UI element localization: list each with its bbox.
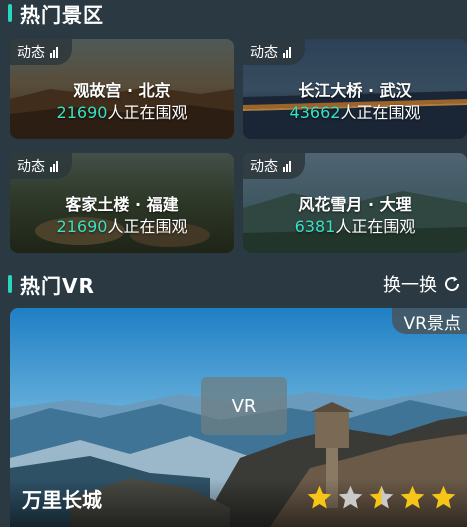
refresh-label: 换一换: [383, 275, 437, 296]
viewer-count: 21690: [56, 103, 108, 122]
vr-spot-name: 万里长城: [22, 488, 102, 512]
dynamic-badge: 动态: [10, 153, 72, 179]
viewer-count: 6381: [294, 217, 336, 236]
dynamic-badge-label: 动态: [250, 159, 278, 175]
star-half-icon: [369, 485, 394, 509]
spot-title: 客家土楼 · 福建: [65, 195, 179, 214]
spot-card-yangtze-bridge[interactable]: 动态 长江大桥 · 武汉 43662人正在围观: [243, 39, 467, 139]
star-empty-icon: [338, 485, 363, 509]
signal-icon: [283, 46, 291, 58]
spot-viewers: 21690人正在围观: [10, 213, 234, 237]
hot-spots-title: 热门景区: [20, 2, 104, 27]
refresh-button[interactable]: 换一换: [383, 271, 461, 297]
spot-viewers: 43662人正在围观: [243, 99, 467, 123]
dynamic-badge: 动态: [243, 39, 305, 65]
viewer-count: 43662: [289, 103, 341, 122]
spot-viewers: 21690人正在围观: [10, 99, 234, 123]
star-full-icon: [431, 485, 456, 509]
spot-viewers: 6381人正在围观: [243, 213, 467, 237]
dynamic-badge-label: 动态: [17, 45, 45, 61]
vr-play-button[interactable]: VR: [201, 377, 287, 435]
viewer-count: 21690: [56, 217, 108, 236]
dynamic-badge-label: 动态: [250, 45, 278, 61]
spot-card-dali[interactable]: 动态 风花雪月 · 大理 6381人正在围观: [243, 153, 467, 253]
hot-vr-header: 热门VR: [8, 271, 95, 298]
viewer-suffix: 人正在围观: [335, 217, 416, 236]
vr-spot-badge: VR景点: [391, 308, 467, 334]
spot-title: 长江大桥 · 武汉: [298, 81, 412, 100]
star-full-icon: [400, 485, 425, 509]
star-full-icon: [307, 485, 332, 509]
hot-vr-title: 热门VR: [20, 273, 95, 298]
viewer-suffix: 人正在围观: [107, 217, 188, 236]
vr-card-great-wall[interactable]: VR景点 VR 万里长城: [10, 308, 467, 527]
viewer-suffix: 人正在围观: [340, 103, 421, 122]
section-accent-bar: [8, 4, 12, 22]
viewer-suffix: 人正在围观: [107, 103, 188, 122]
signal-icon: [283, 160, 291, 172]
spot-title: 风花雪月 · 大理: [298, 195, 412, 214]
dynamic-badge: 动态: [10, 39, 72, 65]
signal-icon: [50, 46, 58, 58]
refresh-icon: [445, 276, 460, 292]
dynamic-badge-label: 动态: [17, 159, 45, 175]
dynamic-badge: 动态: [243, 153, 305, 179]
rating-stars: [306, 484, 457, 511]
spot-title: 观故宫 · 北京: [73, 81, 171, 100]
section-accent-bar: [8, 275, 12, 293]
hot-spots-header: 热门景区: [8, 0, 104, 27]
signal-icon: [50, 160, 58, 172]
spot-card-forbidden-city[interactable]: 动态 观故宫 · 北京 21690人正在围观: [10, 39, 234, 139]
spot-card-tulou[interactable]: 动态 客家土楼 · 福建 21690人正在围观: [10, 153, 234, 253]
